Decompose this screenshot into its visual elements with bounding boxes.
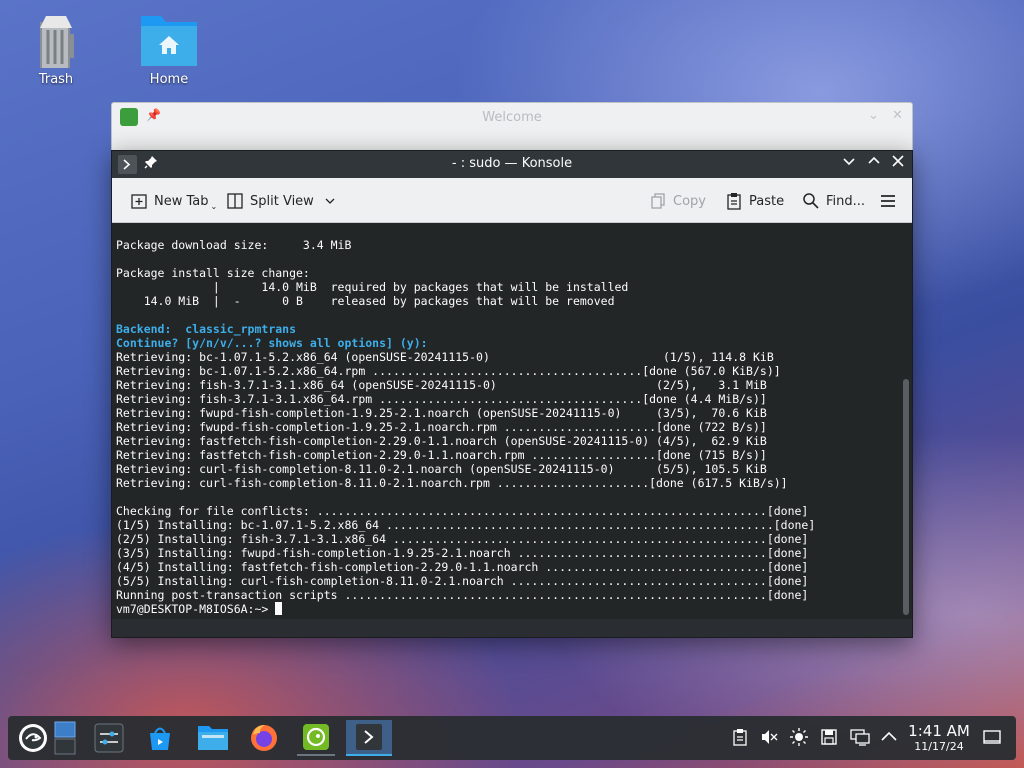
terminal-line: | 14.0 MiB required by packages that wil… [116,280,629,294]
desktop-icon-label: Home [149,72,189,87]
network-icon[interactable] [850,728,870,750]
digital-clock[interactable]: 1:41 AM 11/17/24 [904,722,974,753]
show-desktop-icon[interactable] [983,728,1001,750]
terminal-line: Retrieving: fastfetch-fish-completion-2.… [116,434,767,448]
hamburger-menu-icon [881,195,895,207]
pager-button[interactable] [52,720,78,756]
scrollbar-thumb[interactable] [903,379,909,615]
welcome-window-title: Welcome [482,110,542,125]
clipboard-tray-icon[interactable] [732,728,748,750]
taskbar-dolphin[interactable] [194,720,232,756]
taskbar-discover[interactable] [141,720,179,756]
find-label: Find... [826,193,866,209]
copy-icon [651,193,665,209]
disk-icon[interactable] [820,728,838,750]
close-icon[interactable]: ✕ [892,108,903,123]
terminal-line: (3/5) Installing: fwupd-fish-completion-… [116,546,809,560]
taskbar: 1:41 AM 11/17/24 [8,716,1016,760]
welcome-app-icon [303,724,329,750]
new-tab-icon [131,194,147,209]
terminal-line: Retrieving: fish-3.7.1-3.1.x86_64.rpm ..… [116,392,767,406]
find-button[interactable]: Find... [802,190,865,212]
window-title: - : sudo — Konsole [451,156,573,171]
konsole-titlebar[interactable]: - : sudo — Konsole [112,151,912,178]
new-tab-button[interactable]: New Tab ⌄ [130,190,217,212]
taskbar-konsole[interactable] [346,720,392,756]
terminal-line: Retrieving: bc-1.07.1-5.2.x86_64 (openSU… [116,350,774,364]
terminal-line: Backend: classic_rpmtrans [116,322,297,336]
new-tab-label: New Tab [154,193,209,209]
discover-icon [150,727,170,750]
split-view-button[interactable]: Split View [226,190,342,212]
terminal-line: Retrieving: curl-fish-completion-8.11.0-… [116,476,788,490]
chevron-up-icon[interactable] [880,728,898,750]
terminal-line: Running post-transaction scripts .......… [116,588,809,602]
terminal-cursor [275,602,283,615]
terminal-line: 14.0 MiB | - 0 B released by packages th… [116,294,615,308]
terminal-line: Retrieving: bc-1.07.1-5.2.x86_64.rpm ...… [116,364,781,378]
copy-label: Copy [673,193,706,209]
minimize-icon[interactable]: ⌄ [868,108,879,123]
brightness-icon[interactable] [790,728,808,750]
desktop-icon-home[interactable]: Home [124,12,214,87]
terminal-line: Checking for file conflicts: ...........… [116,504,809,518]
chevron-down-icon [325,198,335,204]
konsole-icon [356,724,382,750]
paste-label: Paste [749,193,785,209]
dolphin-icon [198,726,228,750]
clock-date: 11/17/24 [914,740,964,753]
terminal-output[interactable]: Package download size: 3.4 MiB Package in… [112,224,900,619]
terminal-line: Retrieving: fish-3.7.1-3.1.x86_64 (openS… [116,378,767,392]
volume-muted-icon[interactable] [760,728,778,750]
maximize-button[interactable] [867,154,881,172]
desktop-icon-label: Trash [38,72,74,87]
terminal-line: Package download size: 3.4 MiB [116,238,352,252]
hamburger-menu-button[interactable] [879,190,903,212]
desktop-icon-trash[interactable]: Trash [11,12,101,87]
terminal-line: Package install size change: [116,266,310,280]
terminal-line: Continue? [y/n/v/...? shows all options]… [116,336,428,350]
taskbar-system-settings[interactable] [90,720,128,756]
konsole-window[interactable]: - : sudo — Konsole New Tab ⌄ Split View … [111,150,913,638]
terminal-line: Retrieving: curl-fish-completion-8.11.0-… [116,462,767,476]
home-folder-icon [139,12,199,68]
close-button[interactable] [891,154,905,172]
terminal-line: (4/5) Installing: fastfetch-fish-complet… [116,560,809,574]
terminal-scrollbar[interactable] [900,224,912,619]
paste-button[interactable]: Paste [725,190,784,212]
settings-icon [94,723,124,753]
terminal-line: Retrieving: fwupd-fish-completion-1.9.25… [116,406,767,420]
minimize-button[interactable] [842,154,856,172]
terminal-line: Retrieving: fwupd-fish-completion-1.9.25… [116,420,767,434]
taskbar-welcome[interactable] [297,720,335,756]
terminal-line: (5/5) Installing: curl-fish-completion-8… [116,574,809,588]
split-view-icon [227,193,243,209]
pager-icon [54,721,76,755]
chevron-down-icon: ⌄ [210,201,218,211]
split-view-label: Split View [250,193,314,209]
terminal-line: (2/5) Installing: fish-3.7.1-3.1.x86_64 … [116,532,809,546]
terminal-line: Retrieving: fastfetch-fish-completion-2.… [116,448,767,462]
application-launcher-button[interactable] [14,720,52,756]
search-icon [803,193,819,209]
trash-icon [26,12,86,68]
terminal-line: (1/5) Installing: bc-1.07.1-5.2.x86_64 .… [116,518,816,532]
shell-prompt: vm7@DESKTOP-M8IOS6A:~> [116,602,276,616]
taskbar-firefox[interactable] [245,720,283,756]
clock-time: 1:41 AM [908,722,970,740]
paste-icon [727,193,741,210]
opensuse-start-icon [19,724,47,752]
terminal-prompt-line[interactable]: vm7@DESKTOP-M8IOS6A:~> [116,602,900,616]
konsole-toolbar: New Tab ⌄ Split View Copy Paste Find... [112,178,912,223]
firefox-icon [251,725,277,751]
copy-button[interactable]: Copy [649,190,706,212]
konsole-bottom-strip [112,619,912,637]
